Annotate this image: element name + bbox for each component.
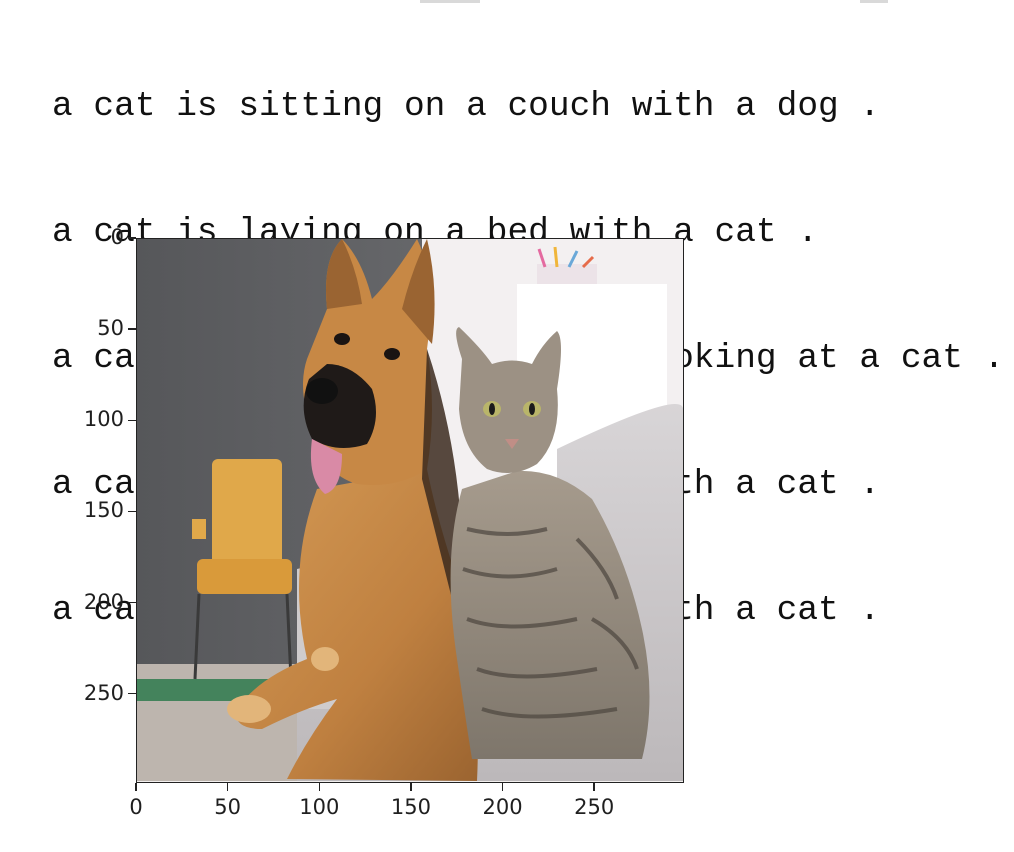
caption-line: a cat is sitting on a couch with a dog .: [52, 87, 881, 126]
dog-nose: [306, 378, 338, 404]
y-tick-label: 50: [97, 316, 124, 341]
dog-paw: [227, 695, 271, 723]
y-tick-label: 250: [83, 680, 124, 705]
x-tick-mark: [501, 783, 504, 791]
y-tick-mark: [128, 237, 136, 239]
y-tick-label: 100: [83, 407, 124, 432]
dog-paw: [311, 647, 339, 671]
x-tick-label: 250: [574, 795, 615, 819]
cat-pupil: [489, 403, 495, 415]
x-tick-label: 100: [299, 795, 340, 819]
x-tick-label: 50: [214, 795, 241, 819]
chair-back: [212, 459, 282, 569]
dog-eye: [384, 348, 400, 360]
dog-eye: [334, 333, 350, 345]
y-tick-label: 200: [83, 589, 124, 614]
x-tick-label: 0: [129, 795, 143, 819]
y-tick-mark: [128, 510, 136, 513]
y-tick-mark: [128, 692, 136, 695]
pencil-cup: [537, 264, 597, 284]
y-tick-label: 150: [83, 498, 124, 523]
x-tick-label: 150: [390, 795, 431, 819]
y-tick-mark: [128, 419, 136, 422]
x-tick-mark: [593, 783, 595, 791]
pencil-2: [553, 246, 559, 268]
x-tick-mark: [135, 783, 137, 791]
x-tick-mark: [318, 783, 321, 791]
x-tick-mark: [226, 783, 229, 791]
y-tick-mark: [128, 601, 136, 604]
x-tick-mark: [410, 783, 412, 791]
chair-arm: [192, 519, 206, 539]
image-plot-axes: [136, 238, 684, 783]
x-tick-label: 200: [482, 795, 523, 819]
cat-pupil: [529, 403, 535, 415]
y-tick-label: 0: [110, 225, 124, 249]
y-tick-mark: [128, 328, 136, 330]
chair-seat: [197, 559, 292, 594]
dog-and-cat-image: [137, 239, 683, 781]
